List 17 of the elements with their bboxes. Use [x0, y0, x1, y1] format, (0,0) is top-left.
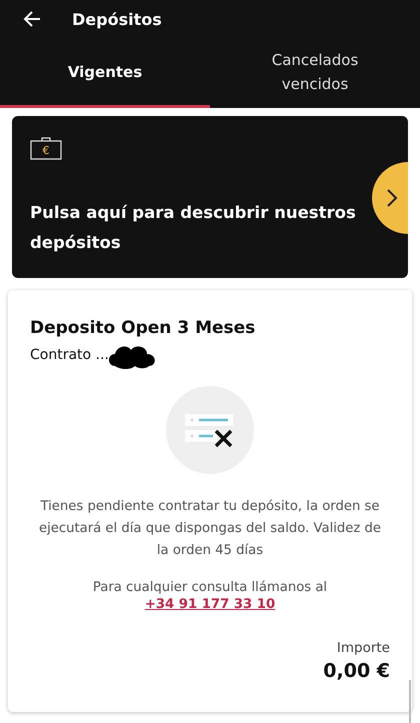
tab[interactable]: Vigentes	[0, 38, 210, 108]
contact-text: Para cualquier consulta llámanos al	[92, 580, 328, 595]
chevron-right-icon	[386, 188, 398, 208]
deposit-name: Deposito Open 3 Meses	[30, 318, 256, 338]
promo-card[interactable]: € Pulsa aquí para descubrir nuestros depósitos	[12, 116, 408, 278]
screen-title: Depósitos	[72, 10, 162, 28]
contract-label: Contrato ...	[30, 347, 109, 363]
promo-text: Pulsa aquí para descubrir nuestros depósitos	[30, 202, 357, 254]
phone-link[interactable]: +34 91 177 33 10	[144, 597, 276, 612]
scrollbar	[409, 680, 411, 723]
list-cancel-icon	[166, 386, 254, 474]
pending-message: Tienes pendiente contratar tu depósito, la orden se ejecutará el día que dispongas del saldo. Validez de la orden 45 días	[38, 498, 382, 560]
amount-label: Importe	[336, 640, 390, 656]
back-arrow-icon[interactable]	[22, 9, 42, 29]
tab[interactable]: Cancelados vencidos	[210, 38, 420, 108]
amount-value: 0,00 €	[322, 660, 390, 682]
deposit-card[interactable]	[8, 290, 412, 712]
